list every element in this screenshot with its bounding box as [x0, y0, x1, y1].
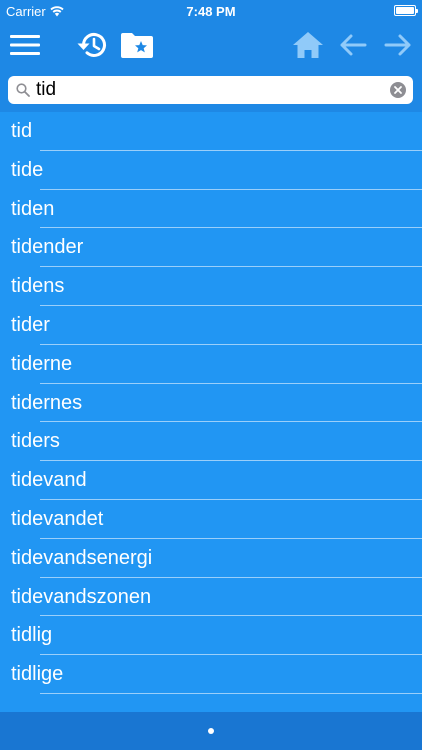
- list-item[interactable]: tiden: [0, 190, 422, 229]
- list-item[interactable]: tidevandszonen: [0, 578, 422, 617]
- list-item[interactable]: tidens: [0, 267, 422, 306]
- forward-arrow-icon: [384, 34, 411, 56]
- menu-button[interactable]: [8, 22, 42, 68]
- menu-icon: [10, 35, 40, 55]
- list-item[interactable]: tiderne: [0, 345, 422, 384]
- list-item[interactable]: tiders: [0, 422, 422, 461]
- list-item[interactable]: tider: [0, 306, 422, 345]
- back-button[interactable]: [336, 22, 370, 68]
- list-item[interactable]: tide: [0, 151, 422, 190]
- forward-button[interactable]: [381, 22, 415, 68]
- list-item[interactable]: tidlige: [0, 655, 422, 694]
- search-box[interactable]: [8, 76, 413, 104]
- history-icon: [77, 33, 106, 57]
- toolbar: [0, 22, 422, 68]
- bottom-bar: [0, 712, 422, 750]
- search-input[interactable]: [36, 78, 376, 102]
- list-item[interactable]: tidlig: [0, 616, 422, 655]
- history-button[interactable]: [74, 22, 110, 68]
- battery-icon: [394, 5, 418, 16]
- favorites-folder-icon: [121, 33, 153, 58]
- page-indicator-dot[interactable]: [208, 728, 214, 734]
- list-item[interactable]: tid: [0, 112, 422, 151]
- list-item[interactable]: tidevand: [0, 461, 422, 500]
- favorites-button[interactable]: [119, 22, 155, 68]
- list-item[interactable]: tidevandsenergi: [0, 539, 422, 578]
- back-arrow-icon: [340, 34, 367, 56]
- home-button[interactable]: [290, 22, 326, 68]
- list-item[interactable]: tidender: [0, 228, 422, 267]
- list-item[interactable]: tidevandet: [0, 500, 422, 539]
- status-time: 7:48 PM: [186, 4, 236, 19]
- home-icon: [293, 32, 323, 58]
- clear-icon[interactable]: [390, 82, 406, 98]
- search-icon: [16, 83, 30, 97]
- results-list: tid tide tiden tidender tidens tider tid…: [0, 112, 422, 694]
- status-bar: Carrier 7:48 PM: [0, 0, 422, 22]
- list-item[interactable]: tidernes: [0, 384, 422, 423]
- search-bar: [0, 68, 422, 112]
